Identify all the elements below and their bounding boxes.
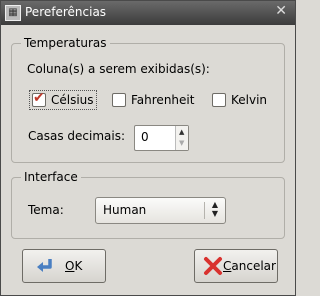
fahrenheit-checkbox[interactable] [112,93,126,107]
cancel-x-icon [204,257,222,275]
temperatures-legend: Temperaturas [21,36,110,50]
decimals-label: Casas decimais: [28,129,126,143]
decimals-spinbox[interactable]: 0 ▲ ▼ [134,125,189,151]
preferences-dialog: ▦ Pereferências ✕ Temperaturas Coluna(s)… [0,0,296,296]
title-bar: ▦ Pereferências ✕ [1,1,295,25]
combo-arrows-icon[interactable]: ▲ ▼ [212,200,218,218]
cancel-label: Cancelar [223,259,276,273]
check-mark-icon: ✔ [33,90,45,106]
celsius-checkbox[interactable]: ✔ [32,90,46,107]
theme-label: Tema: [28,203,64,217]
theme-combobox[interactable]: Human ▲ ▼ [95,197,226,224]
kelvin-checkbox[interactable] [212,93,226,107]
window-title: Pereferências [25,5,107,19]
interface-legend: Interface [21,170,81,184]
columns-label: Coluna(s) a serem exibidas(s): [27,62,210,76]
close-window-icon[interactable]: ✕ [275,3,287,19]
ok-label: OK [65,259,83,273]
decimals-value[interactable]: 0 [141,130,149,144]
celsius-label[interactable]: Célsius [51,93,94,107]
spin-down-icon[interactable]: ▼ [179,139,184,147]
enter-arrow-icon [37,259,52,272]
spin-arrows[interactable]: ▲ ▼ [175,126,188,150]
ok-button[interactable]: OK [22,249,106,283]
theme-value[interactable]: Human [103,203,146,217]
kelvin-label[interactable]: Kelvin [231,93,267,107]
app-icon: ▦ [5,5,21,21]
fahrenheit-label[interactable]: Fahrenheit [131,93,194,107]
cancel-button[interactable]: Cancelar [194,249,278,283]
combo-separator [204,202,205,219]
spin-up-icon[interactable]: ▲ [179,128,184,136]
